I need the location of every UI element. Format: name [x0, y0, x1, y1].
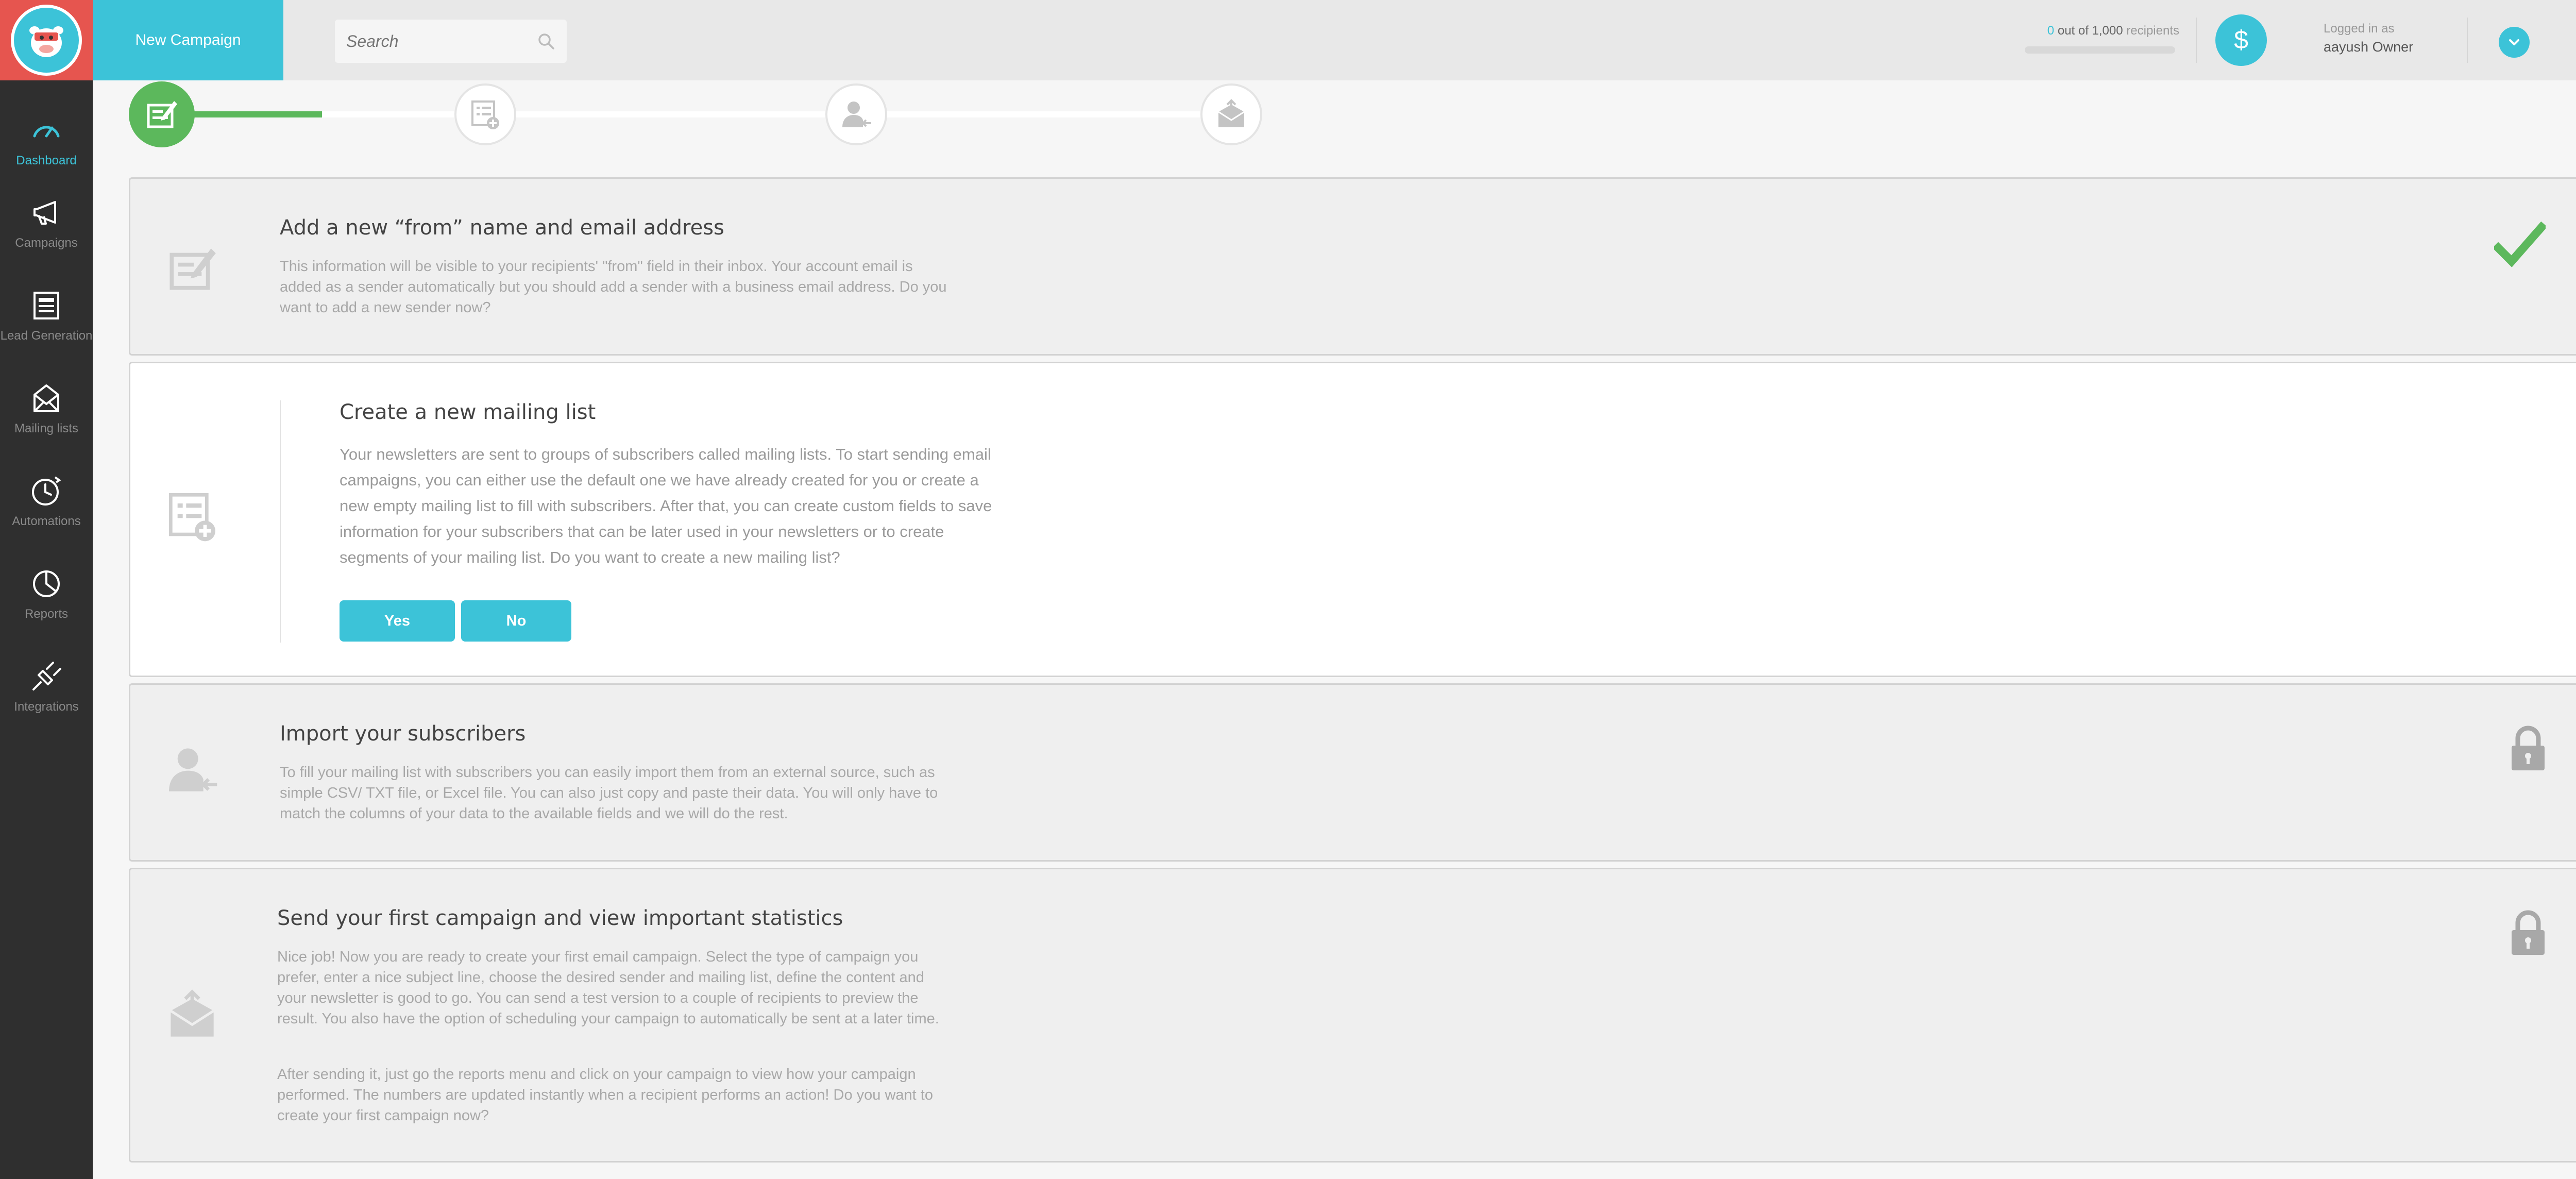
sidebar-item-label: Campaigns — [15, 236, 78, 250]
step-card-mailing-list: Create a new mailing list Your newslette… — [129, 362, 2576, 677]
user-import-icon — [842, 102, 871, 127]
sidebar-item-lead-generation[interactable]: Lead Generation — [0, 289, 93, 366]
user-name: aayush Owner — [2324, 39, 2414, 55]
dashboard-icon — [33, 126, 60, 138]
step-1-sender[interactable] — [129, 81, 195, 147]
yes-button[interactable]: Yes — [340, 600, 455, 642]
divider — [2467, 18, 2468, 63]
search-icon[interactable] — [537, 32, 555, 50]
send-mail-icon — [1218, 99, 1245, 127]
search-input[interactable] — [346, 31, 532, 51]
step-2-mailing-list[interactable] — [454, 83, 516, 145]
sidebar-item-label: Reports — [24, 607, 69, 621]
step-4-send-campaign[interactable] — [1200, 83, 1262, 145]
dollar-icon: $ — [2234, 25, 2248, 54]
card-title: Create a new mailing list — [340, 400, 596, 424]
card-description: Nice job! Now you are ready to create yo… — [277, 949, 939, 1027]
checkmark-icon — [2494, 221, 2546, 267]
sidebar-item-label: Dashboard — [16, 154, 77, 167]
logged-in-label: Logged in as — [2324, 22, 2395, 36]
sidebar: Dashboard Campaigns Lead Generation Mail… — [0, 0, 93, 1179]
card-title: Send your first campaign and view import… — [277, 906, 843, 930]
plug-icon — [32, 662, 61, 690]
add-list-icon — [169, 493, 215, 542]
user-import-icon — [169, 748, 217, 791]
sidebar-item-dashboard[interactable]: Dashboard — [0, 113, 93, 191]
topbar: New Campaign 0 out of 1,000 recipients $… — [93, 0, 2576, 80]
recipients-total: out of 1,000 — [2057, 24, 2123, 38]
send-mail-icon — [170, 989, 215, 1037]
lock-icon — [2512, 726, 2545, 770]
pie-chart-icon — [33, 570, 60, 597]
recipients-progress-bar — [2025, 46, 2175, 54]
divider — [2196, 18, 2197, 63]
billing-button[interactable]: $ — [2215, 14, 2267, 66]
step-card-import-subscribers[interactable]: Import your subscribers To fill your mai… — [129, 683, 2576, 862]
divider — [280, 400, 281, 643]
user-menu-dropdown[interactable] — [2499, 27, 2530, 58]
svg-text:$: $ — [2234, 25, 2248, 54]
form-icon — [33, 292, 59, 319]
mascot-logo-icon — [11, 5, 82, 76]
sidebar-item-label: Mailing lists — [14, 422, 79, 435]
logo[interactable] — [0, 0, 93, 80]
edit-form-icon — [170, 248, 216, 290]
megaphone-icon — [33, 201, 56, 225]
clock-icon — [32, 476, 61, 506]
edit-form-icon — [147, 101, 177, 128]
sidebar-item-automations[interactable]: Automations — [0, 474, 93, 551]
sidebar-item-reports[interactable]: Reports — [0, 567, 93, 644]
sidebar-item-label: Integrations — [14, 700, 79, 714]
lock-icon — [2512, 910, 2545, 955]
card-description-2: After sending it, just go the reports me… — [277, 1066, 933, 1124]
card-title: Import your subscribers — [280, 722, 526, 746]
sidebar-item-label: Lead Generation — [0, 329, 93, 343]
envelope-icon — [33, 384, 59, 412]
card-title: Add a new “from” name and email address — [280, 216, 724, 240]
card-description: To fill your mailing list with subscribe… — [280, 764, 938, 822]
sidebar-item-label: Automations — [12, 514, 81, 528]
sidebar-item-campaigns[interactable]: Campaigns — [0, 196, 93, 273]
sidebar-item-integrations[interactable]: Integrations — [0, 660, 93, 737]
card-description: This information will be visible to your… — [280, 258, 947, 316]
new-campaign-button[interactable]: New Campaign — [93, 0, 283, 80]
recipients-used: 0 — [2047, 24, 2055, 38]
recipients-word: recipients — [2126, 24, 2179, 38]
step-3-import-subscribers[interactable] — [825, 83, 887, 145]
search-box — [335, 20, 567, 63]
sidebar-item-mailing-lists[interactable]: Mailing lists — [0, 381, 93, 459]
step-card-send-campaign[interactable]: Send your first campaign and view import… — [129, 868, 2576, 1163]
card-description: Your newsletters are sent to groups of s… — [340, 445, 992, 566]
no-button[interactable]: No — [461, 600, 571, 642]
chevron-down-icon — [2509, 39, 2519, 45]
add-list-icon — [471, 100, 499, 129]
recipients-counter: 0 out of 1,000 recipients — [2025, 24, 2179, 38]
step-card-sender[interactable]: Add a new “from” name and email address … — [129, 177, 2576, 356]
